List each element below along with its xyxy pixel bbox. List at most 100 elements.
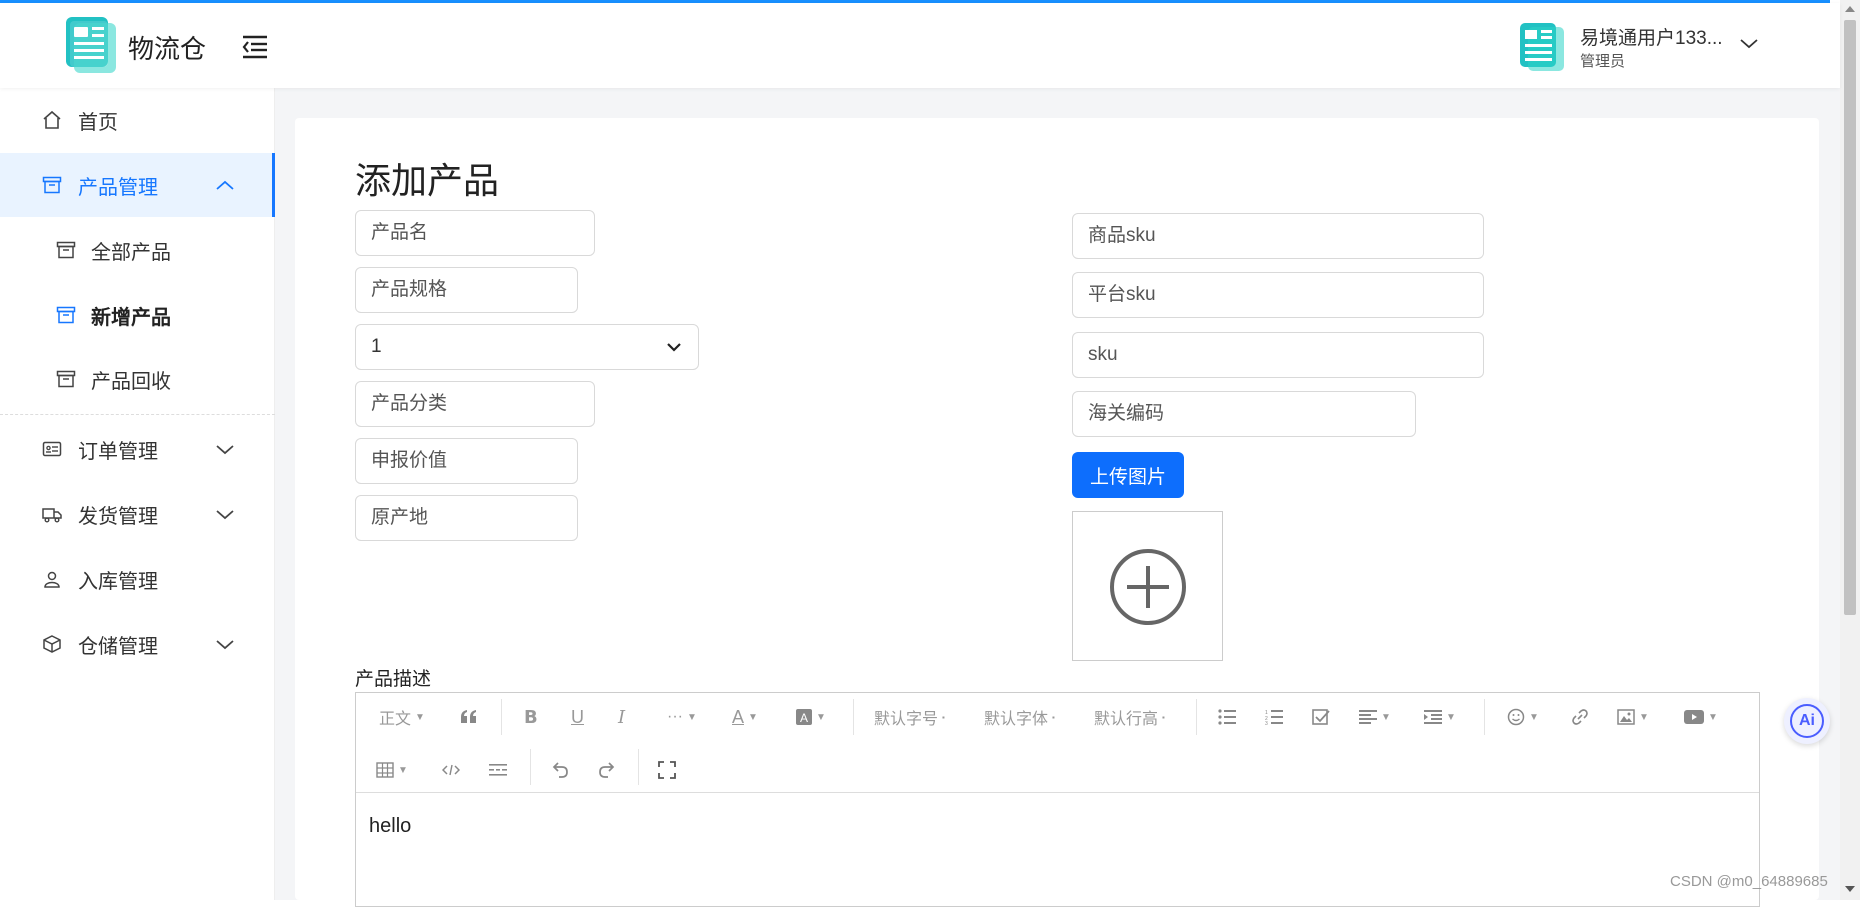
table-icon bbox=[376, 762, 394, 778]
scroll-up-arrow-icon[interactable] bbox=[1845, 6, 1855, 12]
menu-fold-icon[interactable] bbox=[240, 31, 270, 61]
sidebar-item-label: 发货管理 bbox=[78, 505, 158, 528]
watermark: CSDN @m0_64889685 bbox=[1670, 873, 1828, 890]
font-color-dropdown[interactable]: A ▼ bbox=[732, 703, 758, 731]
page-scrollbar[interactable] bbox=[1840, 0, 1860, 900]
sidebar-item-shipping-management[interactable]: 发货管理 bbox=[0, 482, 275, 546]
quote-button[interactable] bbox=[460, 703, 478, 731]
link-button[interactable] bbox=[1571, 703, 1589, 731]
bold-button[interactable]: B bbox=[524, 703, 538, 731]
sidebar-item-all-products[interactable]: 全部产品 bbox=[0, 218, 275, 282]
quantity-select[interactable]: 1 bbox=[355, 324, 699, 370]
chevron-down-icon bbox=[667, 343, 681, 352]
undo-button[interactable] bbox=[551, 756, 569, 784]
font-family-label: 默认字体 bbox=[984, 711, 1049, 728]
divider-button[interactable] bbox=[489, 756, 507, 784]
paragraph-style-dropdown[interactable]: 正文 ▼ bbox=[379, 703, 425, 731]
sidebar-item-product-management[interactable]: 产品管理 bbox=[0, 153, 275, 217]
sidebar-item-home[interactable]: 首页 bbox=[0, 88, 275, 152]
goods-sku-input[interactable] bbox=[1072, 213, 1484, 259]
user-icon bbox=[44, 571, 60, 588]
chevron-down-icon bbox=[216, 445, 234, 455]
sidebar-item-order-management[interactable]: 订单管理 bbox=[0, 417, 275, 481]
redo-button[interactable] bbox=[598, 756, 616, 784]
font-size-label: 默认字号 bbox=[874, 711, 939, 728]
align-dropdown[interactable]: ▼ bbox=[1359, 703, 1391, 731]
toolbar-separator bbox=[1484, 699, 1485, 735]
sidebar-item-product-recycle[interactable]: 产品回收 bbox=[0, 347, 275, 411]
customs-code-input[interactable] bbox=[1072, 391, 1416, 437]
id-card-icon bbox=[42, 441, 62, 457]
scrollbar-thumb[interactable] bbox=[1844, 20, 1856, 615]
image-upload-area[interactable] bbox=[1072, 511, 1223, 661]
numbered-list-button[interactable]: 123 bbox=[1265, 703, 1283, 731]
plus-circle-icon bbox=[1110, 549, 1186, 625]
more-format-dropdown[interactable]: ··· ▼ bbox=[667, 703, 697, 731]
undo-icon bbox=[552, 762, 568, 778]
chevron-down-icon[interactable] bbox=[1738, 35, 1760, 51]
sidebar-item-label: 仓储管理 bbox=[78, 635, 158, 658]
chevron-up-icon bbox=[216, 180, 234, 190]
sidebar-divider bbox=[0, 414, 275, 415]
toolbar-separator bbox=[530, 749, 531, 785]
chevron-down-icon bbox=[216, 640, 234, 650]
sidebar-item-label: 首页 bbox=[78, 111, 118, 134]
sidebar-item-new-product[interactable]: 新增产品 bbox=[0, 283, 275, 347]
newspaper-logo-icon[interactable] bbox=[60, 13, 124, 77]
todo-button[interactable] bbox=[1312, 703, 1330, 731]
font-family-dropdown[interactable]: 默认字体 ▪ bbox=[984, 703, 1055, 731]
emoji-dropdown[interactable]: ▼ bbox=[1507, 703, 1539, 731]
italic-button[interactable]: I bbox=[618, 703, 625, 731]
sidebar-item-label: 新增产品 bbox=[91, 306, 171, 329]
image-dropdown[interactable]: ▼ bbox=[1617, 703, 1649, 731]
box-icon bbox=[56, 241, 76, 259]
product-name-input[interactable] bbox=[355, 210, 595, 256]
line-height-dropdown[interactable]: 默认行高 ▪ bbox=[1094, 703, 1165, 731]
align-left-icon bbox=[1359, 710, 1377, 724]
svg-text:A: A bbox=[800, 711, 808, 725]
emoji-icon bbox=[1507, 708, 1525, 726]
box-icon bbox=[56, 306, 76, 324]
user-role: 管理员 bbox=[1580, 53, 1626, 70]
sidebar-item-inbound-management[interactable]: 入库管理 bbox=[0, 547, 275, 611]
select-value: 1 bbox=[371, 336, 382, 357]
background-color-dropdown[interactable]: A ▼ bbox=[796, 703, 826, 731]
ai-icon: Ai bbox=[1790, 704, 1824, 738]
video-dropdown[interactable]: ▼ bbox=[1684, 703, 1718, 731]
italic-icon: I bbox=[618, 706, 626, 728]
underline-button[interactable]: U bbox=[571, 703, 584, 731]
ai-assistant-button[interactable]: Ai bbox=[1784, 698, 1830, 744]
sidebar-item-warehouse-management[interactable]: 仓储管理 bbox=[0, 612, 275, 676]
chevron-down-icon bbox=[216, 510, 234, 520]
svg-text:3: 3 bbox=[1265, 721, 1268, 725]
declared-value-input[interactable] bbox=[355, 438, 578, 484]
avatar[interactable] bbox=[1512, 15, 1572, 75]
editor-content[interactable]: hello bbox=[369, 815, 411, 838]
font-color-icon: A bbox=[732, 706, 745, 727]
bullet-list-button[interactable] bbox=[1218, 703, 1236, 731]
box-icon bbox=[56, 370, 76, 388]
font-size-dropdown[interactable]: 默认字号 ▪ bbox=[874, 703, 945, 731]
image-icon bbox=[1617, 709, 1635, 725]
scroll-down-arrow-icon[interactable] bbox=[1845, 886, 1855, 892]
sku-input[interactable] bbox=[1072, 332, 1484, 378]
horizontal-rule-icon bbox=[489, 764, 507, 776]
indent-dropdown[interactable]: ▼ bbox=[1424, 703, 1456, 731]
toolbar-separator bbox=[853, 699, 854, 735]
category-input[interactable] bbox=[355, 381, 595, 427]
toolbar-separator bbox=[501, 699, 502, 735]
upload-image-button[interactable]: 上传图片 bbox=[1072, 452, 1184, 498]
code-button[interactable] bbox=[442, 756, 460, 784]
cube-icon bbox=[43, 635, 61, 653]
fullscreen-button[interactable] bbox=[658, 756, 676, 784]
box-icon bbox=[42, 176, 62, 194]
table-dropdown[interactable]: ▼ bbox=[376, 756, 408, 784]
toolbar-separator bbox=[1196, 699, 1197, 735]
origin-input[interactable] bbox=[355, 495, 578, 541]
header: 物流仓 易境通用户133... 管理员 bbox=[0, 3, 1840, 88]
more-icon: ··· bbox=[667, 708, 683, 725]
checkbox-icon bbox=[1312, 709, 1330, 725]
home-icon bbox=[43, 110, 61, 129]
product-spec-input[interactable] bbox=[355, 267, 578, 313]
platform-sku-input[interactable] bbox=[1072, 272, 1484, 318]
